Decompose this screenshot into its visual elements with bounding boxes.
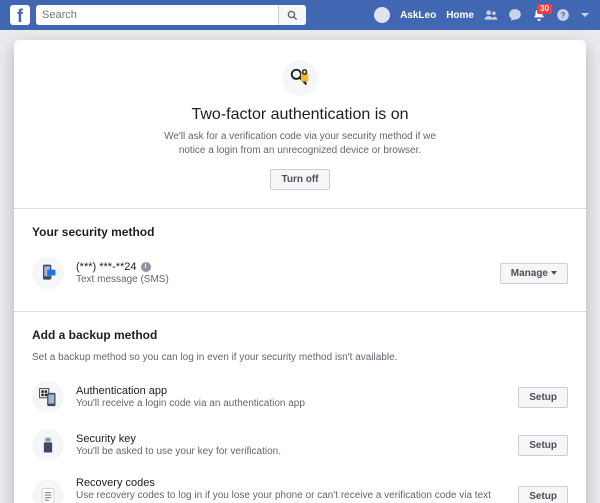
backup-item-title: Recovery codes xyxy=(76,477,506,489)
search-icon xyxy=(287,10,298,21)
facebook-logo[interactable]: f xyxy=(10,5,30,25)
friends-icon[interactable] xyxy=(484,8,498,22)
help-icon[interactable]: ? xyxy=(556,8,570,22)
search-input[interactable] xyxy=(36,5,306,25)
setup-security-key-button[interactable]: Setup xyxy=(518,435,568,456)
usb-key-icon xyxy=(32,429,64,461)
backup-desc: Set a backup method so you can log in ev… xyxy=(32,352,568,363)
chevron-down-icon xyxy=(551,271,557,275)
settings-card: Two-factor authentication is on We'll as… xyxy=(14,40,586,503)
codes-sheet-icon xyxy=(32,480,64,503)
method-type: Text message (SMS) xyxy=(76,273,488,286)
two-factor-hero: Two-factor authentication is on We'll as… xyxy=(14,40,586,209)
qr-phone-icon xyxy=(32,381,64,413)
avatar[interactable] xyxy=(374,7,390,23)
notification-badge: 30 xyxy=(537,4,552,14)
topbar-right: AskLeo Home 30 ? xyxy=(374,7,590,23)
backup-item-desc: Use recovery codes to log in if you lose… xyxy=(76,489,506,503)
backup-security-key-row: Security key You'll be asked to use your… xyxy=(32,421,568,469)
setup-recovery-codes-button[interactable]: Setup xyxy=(518,486,568,503)
manage-button[interactable]: Manage xyxy=(500,263,568,284)
security-method-row: (***) ***-**24 i Text message (SMS) Mana… xyxy=(32,249,568,297)
home-link[interactable]: Home xyxy=(446,10,474,21)
topbar: f AskLeo Home 30 xyxy=(0,0,600,30)
search-wrap xyxy=(36,5,306,25)
backup-heading: Add a backup method xyxy=(32,328,568,342)
backup-item-desc: You'll be asked to use your key for veri… xyxy=(76,445,506,458)
dropdown-caret-icon[interactable] xyxy=(580,10,590,20)
profile-link[interactable]: AskLeo xyxy=(400,10,436,21)
backup-item-desc: You'll receive a login code via an authe… xyxy=(76,397,506,410)
phone-number: (***) ***-**24 xyxy=(76,261,137,273)
phone-sms-icon xyxy=(32,257,64,289)
key-lock-icon xyxy=(282,60,318,96)
security-method-section: Your security method (***) ***-**24 i Te… xyxy=(14,209,586,312)
backup-item-title: Security key xyxy=(76,433,506,445)
security-method-heading: Your security method xyxy=(32,225,568,239)
backup-item-title: Authentication app xyxy=(76,385,506,397)
backup-recovery-codes-row: Recovery codes Use recovery codes to log… xyxy=(32,469,568,503)
backup-method-section: Add a backup method Set a backup method … xyxy=(14,312,586,503)
backup-auth-app-row: Authentication app You'll receive a logi… xyxy=(32,373,568,421)
notifications-icon[interactable]: 30 xyxy=(532,8,546,22)
turn-off-button[interactable]: Turn off xyxy=(270,169,329,190)
hero-title: Two-factor authentication is on xyxy=(74,106,526,124)
hero-desc: We'll ask for a verification code via yo… xyxy=(160,130,440,157)
messages-icon[interactable] xyxy=(508,8,522,22)
search-button[interactable] xyxy=(278,5,306,25)
svg-text:?: ? xyxy=(561,11,566,20)
setup-auth-app-button[interactable]: Setup xyxy=(518,387,568,408)
info-icon[interactable]: i xyxy=(141,262,151,272)
